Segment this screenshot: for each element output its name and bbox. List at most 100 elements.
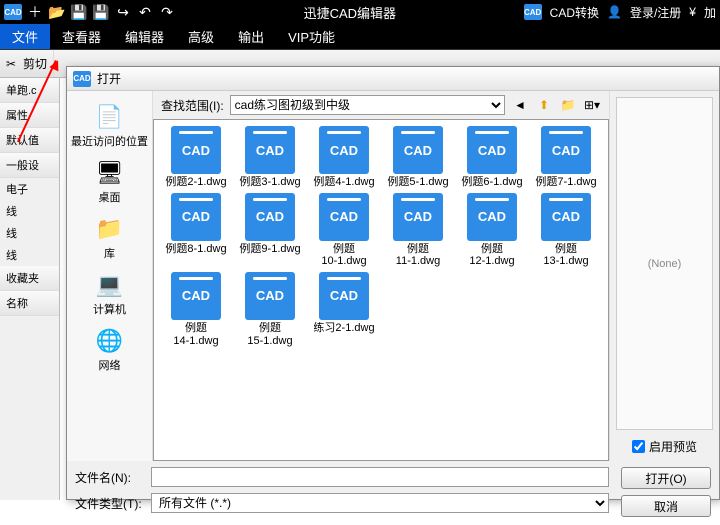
- file-item[interactable]: 例题3-1.dwg: [234, 126, 306, 189]
- viewmode-icon[interactable]: ⊞▾: [583, 96, 601, 114]
- cad-file-icon: [319, 126, 369, 174]
- menu-vip[interactable]: VIP功能: [276, 24, 347, 49]
- panel-section[interactable]: 默认值: [0, 128, 59, 153]
- panel-section[interactable]: 一般设: [0, 153, 59, 178]
- file-item[interactable]: 例题12-1.dwg: [456, 193, 528, 268]
- file-item[interactable]: 例题14-1.dwg: [160, 272, 232, 347]
- menubar: 文件 查看器 编辑器 高级 输出 VIP功能: [0, 24, 720, 50]
- undo-icon[interactable]: ↶: [136, 3, 154, 21]
- open-icon[interactable]: 📂: [48, 3, 66, 21]
- export-icon[interactable]: ↪: [114, 3, 132, 21]
- place-recent[interactable]: 📄最近访问的位置: [67, 99, 152, 153]
- app-title: 迅捷CAD编辑器: [180, 3, 520, 22]
- network-icon: 🌐: [94, 327, 126, 355]
- file-name: 例题8-1.dwg: [165, 243, 226, 256]
- lookin-select[interactable]: cad练习图初级到中级: [230, 95, 505, 115]
- menu-viewer[interactable]: 查看器: [50, 24, 113, 49]
- left-panel: 单跑.c 属性 默认值 一般设 电子 线 线 线 收藏夹 名称: [0, 78, 60, 500]
- recent-icon: 📄: [94, 103, 126, 131]
- place-library[interactable]: 📁库: [67, 211, 152, 265]
- file-name: 例题2-1.dwg: [165, 176, 226, 189]
- file-name: 练习2-1.dwg: [313, 322, 374, 335]
- panel-item[interactable]: 线: [0, 244, 59, 266]
- panel-item[interactable]: 线: [0, 222, 59, 244]
- redo-icon[interactable]: ↷: [158, 3, 176, 21]
- scissors-icon: ✂: [6, 57, 20, 71]
- file-item[interactable]: 例题9-1.dwg: [234, 193, 306, 268]
- file-name: 例题13-1.dwg: [543, 243, 588, 268]
- user-icon[interactable]: 👤: [607, 5, 622, 19]
- filename-input[interactable]: [151, 467, 609, 487]
- cad-file-icon: [245, 126, 295, 174]
- currency-icon[interactable]: ¥: [689, 5, 696, 19]
- up-icon[interactable]: ⬆: [535, 96, 553, 114]
- menu-advanced[interactable]: 高级: [176, 24, 226, 49]
- panel-item[interactable]: 线: [0, 200, 59, 222]
- file-item[interactable]: 例题2-1.dwg: [160, 126, 232, 189]
- cad-file-icon: [171, 193, 221, 241]
- panel-name[interactable]: 名称: [0, 291, 59, 316]
- file-name: 例题6-1.dwg: [461, 176, 522, 189]
- open-button[interactable]: 打开(O): [621, 467, 711, 489]
- file-item[interactable]: 例题4-1.dwg: [308, 126, 380, 189]
- cad-file-icon: [541, 193, 591, 241]
- save-icon[interactable]: 💾: [70, 3, 88, 21]
- filetype-select[interactable]: 所有文件 (*.*): [151, 493, 609, 513]
- cad-file-icon: [319, 193, 369, 241]
- dialog-icon: CAD: [73, 71, 91, 87]
- filename-label: 文件名(N):: [75, 469, 145, 486]
- panel-section[interactable]: 单跑.c: [0, 78, 59, 103]
- panel-section[interactable]: 属性: [0, 103, 59, 128]
- menu-editor[interactable]: 编辑器: [113, 24, 176, 49]
- open-dialog: CAD 打开 📄最近访问的位置 🖥桌面 📁库 💻计算机 🌐网络 查找范围(I):…: [66, 66, 720, 500]
- file-name: 例题7-1.dwg: [535, 176, 596, 189]
- new-icon[interactable]: ＋: [26, 3, 44, 21]
- dialog-bottom: 文件名(N): 文件类型(T): 所有文件 (*.*) 打开(O) 取消: [67, 461, 719, 525]
- computer-icon: 💻: [94, 271, 126, 299]
- file-name: 例题9-1.dwg: [239, 243, 300, 256]
- file-item[interactable]: 例题10-1.dwg: [308, 193, 380, 268]
- saveas-icon[interactable]: 💾: [92, 3, 110, 21]
- newfolder-icon[interactable]: 📁: [559, 96, 577, 114]
- cad-file-icon: [245, 193, 295, 241]
- preview-panel: (None) 启用预览: [609, 91, 719, 461]
- menu-output[interactable]: 输出: [226, 24, 276, 49]
- file-item[interactable]: 例题11-1.dwg: [382, 193, 454, 268]
- file-name: 例题4-1.dwg: [313, 176, 374, 189]
- back-icon[interactable]: ◄: [511, 96, 529, 114]
- file-grid[interactable]: 例题2-1.dwg 例题3-1.dwg 例题4-1.dwg 例题5-1.dwg 例题6-…: [153, 119, 609, 461]
- cad-convert-link[interactable]: CAD转换: [550, 4, 599, 21]
- preview-box: (None): [616, 97, 713, 430]
- cad-badge-icon: CAD: [524, 4, 542, 20]
- menu-file[interactable]: 文件: [0, 24, 50, 49]
- place-desktop[interactable]: 🖥桌面: [67, 155, 152, 209]
- panel-item[interactable]: 电子: [0, 178, 59, 200]
- cad-file-icon: [393, 126, 443, 174]
- file-item[interactable]: 例题13-1.dwg: [530, 193, 602, 268]
- file-item[interactable]: 练习2-1.dwg: [308, 272, 380, 347]
- file-item[interactable]: 例题5-1.dwg: [382, 126, 454, 189]
- place-network[interactable]: 🌐网络: [67, 323, 152, 377]
- desktop-icon: 🖥: [94, 159, 126, 187]
- panel-favorites[interactable]: 收藏夹: [0, 266, 59, 291]
- cad-file-icon: [467, 193, 517, 241]
- place-computer[interactable]: 💻计算机: [67, 267, 152, 321]
- file-name: 例题11-1.dwg: [396, 243, 440, 268]
- app-titlebar: CAD ＋ 📂 💾 💾 ↪ ↶ ↷ 迅捷CAD编辑器 CAD CAD转换 👤 登…: [0, 0, 720, 24]
- file-name: 例题15-1.dwg: [247, 322, 292, 347]
- file-name: 例题5-1.dwg: [387, 176, 448, 189]
- login-link[interactable]: 登录/注册: [630, 4, 681, 21]
- cad-file-icon: [171, 272, 221, 320]
- ribbon-cut[interactable]: ✂剪切: [0, 50, 54, 77]
- enable-preview-checkbox[interactable]: 启用预览: [632, 438, 697, 455]
- file-item[interactable]: 例题8-1.dwg: [160, 193, 232, 268]
- enable-preview-input[interactable]: [632, 440, 645, 453]
- file-item[interactable]: 例题6-1.dwg: [456, 126, 528, 189]
- file-name: 例题3-1.dwg: [239, 176, 300, 189]
- file-item[interactable]: 例题7-1.dwg: [530, 126, 602, 189]
- cancel-button[interactable]: 取消: [621, 495, 711, 517]
- cad-file-icon: [171, 126, 221, 174]
- file-item[interactable]: 例题15-1.dwg: [234, 272, 306, 347]
- dialog-title: 打开: [97, 70, 121, 87]
- cad-file-icon: [541, 126, 591, 174]
